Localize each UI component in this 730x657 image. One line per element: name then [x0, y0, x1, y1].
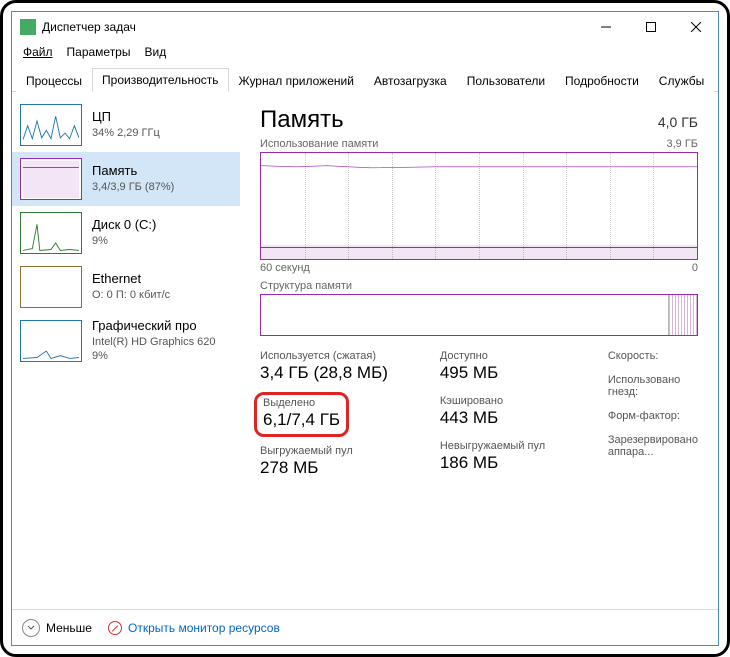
stat-commit-value: 6,1/7,4 ГБ — [263, 410, 340, 430]
tab-processes[interactable]: Процессы — [16, 69, 92, 92]
menu-options[interactable]: Параметры — [60, 43, 138, 61]
resource-monitor-icon — [108, 621, 122, 635]
xaxis-right: 0 — [692, 262, 698, 274]
stat-avail-label: Доступно — [440, 350, 588, 362]
tab-details[interactable]: Подробности — [555, 69, 649, 92]
sidebar-gpu-title: Графический про — [92, 318, 216, 335]
menu-bar: Файл Параметры Вид — [12, 42, 718, 62]
memory-usage-graph[interactable] — [260, 152, 698, 260]
tab-startup[interactable]: Автозагрузка — [364, 69, 457, 92]
sidebar-ethernet-title: Ethernet — [92, 271, 170, 288]
sidebar-memory-sub: 3,4/3,9 ГБ (87%) — [92, 180, 174, 194]
menu-view[interactable]: Вид — [137, 43, 173, 61]
stat-inuse-value: 3,4 ГБ (28,8 МБ) — [260, 363, 420, 383]
tab-services[interactable]: Службы — [649, 69, 714, 92]
sidebar-disk-sub: 9% — [92, 234, 156, 248]
sidebar-cpu-title: ЦП — [92, 109, 160, 126]
stat-cached-value: 443 МБ — [440, 408, 588, 428]
maximize-button[interactable] — [628, 12, 673, 42]
xaxis-left: 60 секунд — [260, 262, 310, 274]
stat-cached-label: Кэшировано — [440, 395, 588, 407]
sidebar-gpu-pct: 9% — [92, 349, 216, 363]
memory-composition-graph[interactable] — [260, 294, 698, 336]
close-button[interactable] — [673, 12, 718, 42]
usage-graph-label: Использование памяти — [260, 138, 378, 150]
stat-reserved-label: Зарезервировано аппара... — [608, 434, 698, 458]
sidebar: ЦП 34% 2,29 ГГц Память 3,4/3,9 ГБ (87%) — [12, 92, 240, 609]
stat-commit-label: Выделено — [263, 397, 340, 409]
main-panel: Память 4,0 ГБ Использование памяти 3,9 Г… — [240, 92, 718, 609]
memory-stats: Используется (сжатая) 3,4 ГБ (28,8 МБ) В… — [260, 350, 698, 478]
sidebar-gpu-sub: Intel(R) HD Graphics 620 — [92, 335, 216, 349]
memory-struct-label: Структура памяти — [260, 280, 352, 292]
usage-graph-max: 3,9 ГБ — [666, 138, 698, 150]
stat-paged-value: 278 МБ — [260, 458, 420, 478]
stat-nonpaged-value: 186 МБ — [440, 453, 588, 473]
stat-slots-label: Использовано гнезд: — [608, 374, 698, 398]
sidebar-ethernet-sub: О: 0 П: 0 кбит/с — [92, 288, 170, 302]
title-bar[interactable]: Диспетчер задач — [12, 12, 718, 42]
app-icon — [20, 19, 36, 35]
cpu-thumb-icon — [20, 104, 82, 146]
stat-inuse-label: Используется (сжатая) — [260, 350, 420, 362]
sidebar-item-ethernet[interactable]: Ethernet О: 0 П: 0 кбит/с — [12, 260, 240, 314]
stat-paged-label: Выгружаемый пул — [260, 445, 420, 457]
fewer-details-button[interactable]: Меньше — [46, 621, 92, 635]
gpu-thumb-icon — [20, 320, 82, 362]
task-manager-window: Диспетчер задач Файл Параметры Вид Проце… — [11, 11, 719, 646]
sidebar-disk-title: Диск 0 (C:) — [92, 217, 156, 234]
minimize-button[interactable] — [583, 12, 628, 42]
stat-form-label: Форм-фактор: — [608, 410, 698, 422]
stat-nonpaged-label: Невыгружаемый пул — [440, 440, 588, 452]
open-resource-monitor-link[interactable]: Открыть монитор ресурсов — [128, 621, 280, 635]
highlight-committed: Выделено 6,1/7,4 ГБ — [254, 392, 349, 437]
sidebar-item-cpu[interactable]: ЦП 34% 2,29 ГГц — [12, 98, 240, 152]
sidebar-item-gpu[interactable]: Графический про Intel(R) HD Graphics 620… — [12, 314, 240, 368]
collapse-icon[interactable] — [22, 619, 40, 637]
memory-thumb-icon — [20, 158, 82, 200]
sidebar-memory-title: Память — [92, 163, 174, 180]
page-title: Память — [260, 106, 344, 134]
memory-total: 4,0 ГБ — [658, 114, 698, 130]
footer: Меньше Открыть монитор ресурсов — [12, 609, 718, 645]
tab-app-history[interactable]: Журнал приложений — [229, 69, 364, 92]
sidebar-item-disk[interactable]: Диск 0 (C:) 9% — [12, 206, 240, 260]
tab-users[interactable]: Пользователи — [457, 69, 555, 92]
sidebar-item-memory[interactable]: Память 3,4/3,9 ГБ (87%) — [12, 152, 240, 206]
sidebar-cpu-sub: 34% 2,29 ГГц — [92, 126, 160, 140]
stat-avail-value: 495 МБ — [440, 363, 588, 383]
menu-file[interactable]: Файл — [16, 43, 60, 61]
window-title: Диспетчер задач — [42, 20, 136, 34]
ethernet-thumb-icon — [20, 266, 82, 308]
tab-performance[interactable]: Производительность — [92, 68, 228, 92]
disk-thumb-icon — [20, 212, 82, 254]
tab-strip: Процессы Производительность Журнал прило… — [12, 66, 718, 92]
stat-speed-label: Скорость: — [608, 350, 698, 362]
